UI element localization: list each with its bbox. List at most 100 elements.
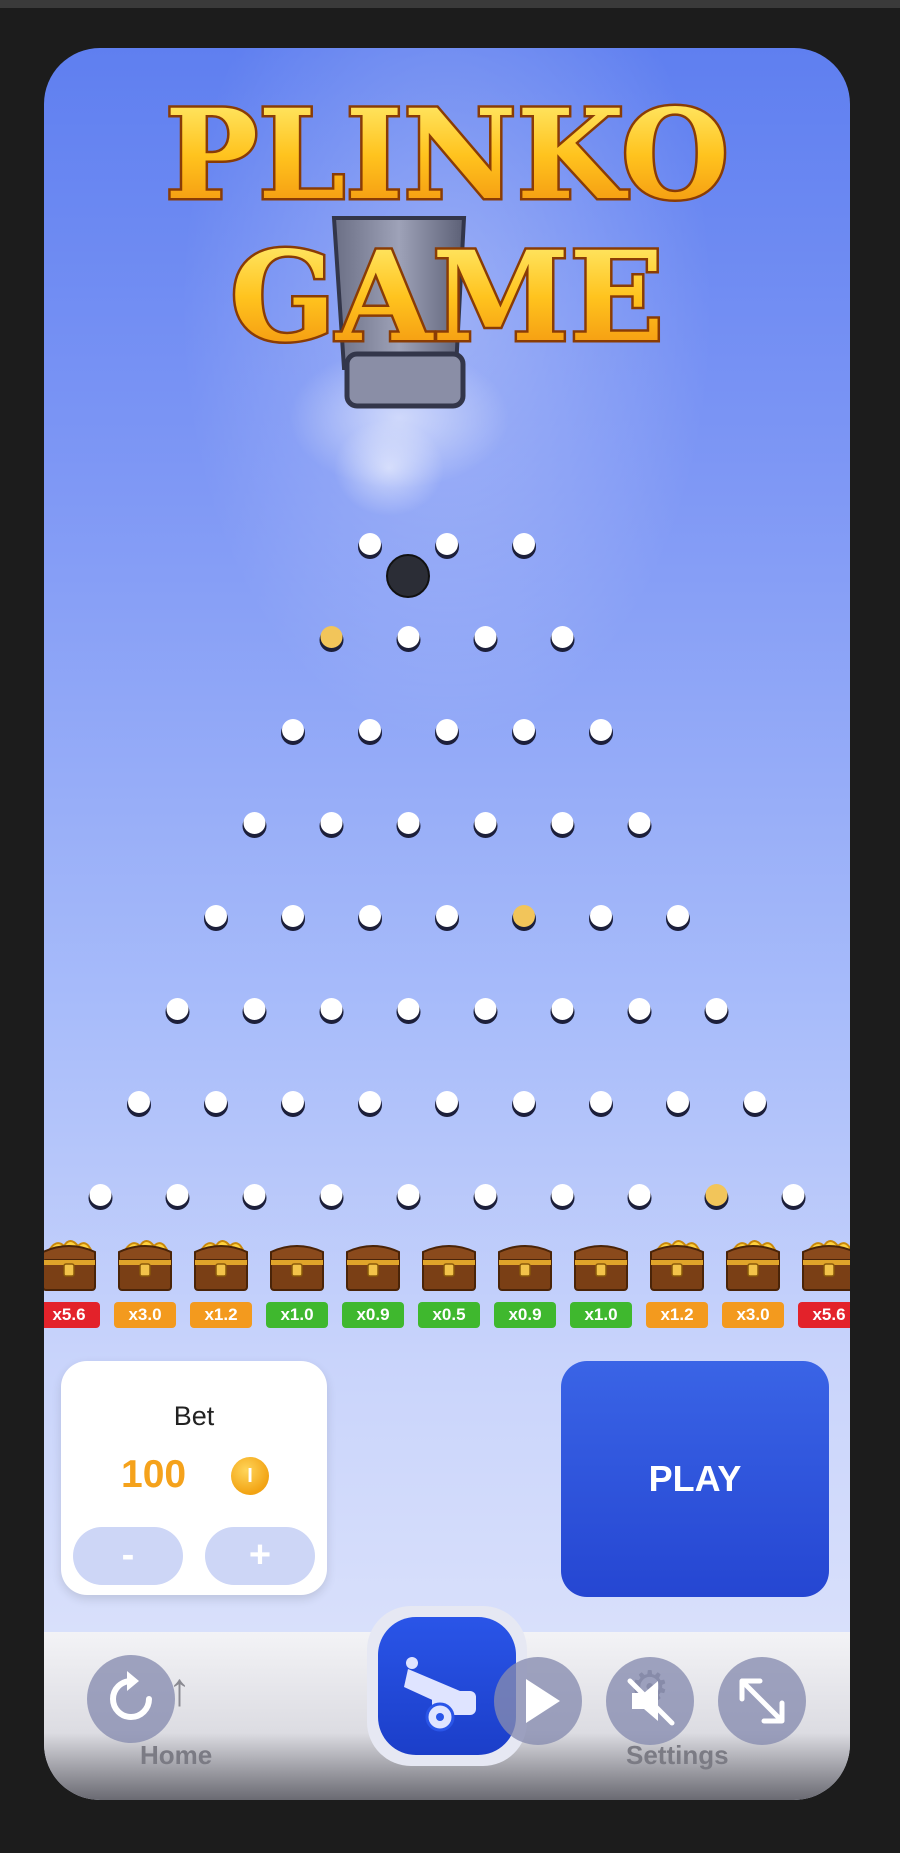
expand-icon <box>739 1678 785 1724</box>
restart-icon <box>110 1671 152 1720</box>
treasure-chest-icon <box>194 1240 248 1291</box>
peg <box>667 905 689 927</box>
peg <box>359 533 381 555</box>
peg <box>667 1091 689 1113</box>
peg <box>243 812 266 834</box>
multiplier-slot: x5.6 <box>798 1232 850 1368</box>
peg <box>628 812 651 834</box>
peg <box>320 626 343 648</box>
peg <box>705 1184 728 1206</box>
multiplier-label: x3.0 <box>722 1302 784 1328</box>
play-button[interactable]: PLAY <box>561 1361 829 1597</box>
peg <box>436 905 458 927</box>
bet-amount: 100 <box>121 1453 187 1496</box>
peg <box>551 626 574 648</box>
peg <box>436 533 458 555</box>
treasure-chest-icon <box>118 1240 172 1291</box>
peg <box>513 533 535 555</box>
multiplier-label: x1.0 <box>570 1302 632 1328</box>
peg <box>590 905 612 927</box>
peg <box>359 905 381 927</box>
speaker-muted-icon <box>627 1678 675 1726</box>
multiplier-label: x1.2 <box>646 1302 708 1328</box>
peg <box>551 1184 574 1206</box>
peg <box>320 1184 343 1206</box>
peg <box>282 905 304 927</box>
peg <box>359 1091 381 1113</box>
bet-panel: Bet 100 I - + <box>61 1361 327 1595</box>
multiplier-label: x0.9 <box>342 1302 404 1328</box>
multiplier-slot: x1.2 <box>646 1232 708 1368</box>
decrease-bet-button[interactable]: - <box>73 1527 183 1585</box>
peg <box>436 719 458 741</box>
peg <box>205 905 227 927</box>
peg <box>166 1184 189 1206</box>
multiplier-slot: x1.0 <box>570 1232 632 1368</box>
multiplier-label: x0.9 <box>494 1302 556 1328</box>
mute-button[interactable] <box>606 1657 694 1745</box>
play-icon <box>526 1679 560 1723</box>
multiplier-label: x0.5 <box>418 1302 480 1328</box>
peg <box>89 1184 112 1206</box>
peg <box>128 1091 150 1113</box>
peg <box>628 998 651 1020</box>
treasure-chest-icon <box>44 1240 96 1291</box>
peg-board <box>88 533 806 1210</box>
treasure-chest-icon <box>802 1240 850 1291</box>
peg <box>397 1184 420 1206</box>
peg <box>320 812 343 834</box>
peg <box>590 1091 612 1113</box>
peg <box>628 1184 651 1206</box>
treasure-chest-icon <box>726 1240 780 1291</box>
treasure-chest-icon <box>650 1240 704 1291</box>
multiplier-slot: x0.5 <box>418 1232 480 1368</box>
multiplier-label: x5.6 <box>798 1302 850 1328</box>
peg <box>513 905 535 927</box>
peg <box>282 719 304 741</box>
peg <box>397 626 420 648</box>
multiplier-slot: x0.9 <box>494 1232 556 1368</box>
multiplier-slot: x3.0 <box>114 1232 176 1368</box>
multiplier-slot: x1.0 <box>266 1232 328 1368</box>
peg <box>397 998 420 1020</box>
peg <box>359 719 381 741</box>
multiplier-slot: x0.9 <box>342 1232 404 1368</box>
treasure-chest-icon <box>346 1245 400 1291</box>
peg <box>474 812 497 834</box>
multiplier-slot: x5.6 <box>44 1232 100 1368</box>
coin-icon: I <box>231 1457 269 1495</box>
multiplier-label: x3.0 <box>114 1302 176 1328</box>
peg <box>513 1091 535 1113</box>
peg <box>782 1184 805 1206</box>
peg <box>590 719 612 741</box>
treasure-chest-icon <box>574 1245 628 1291</box>
peg <box>166 998 189 1020</box>
game-frame: PLINKO GAME x5.6 x3.0 x1.2 x1.0 x0.9 x0.5 x0.9… <box>44 48 850 1800</box>
autoplay-button[interactable] <box>494 1657 582 1745</box>
multiplier-label: x5.6 <box>44 1302 100 1328</box>
peg <box>474 1184 497 1206</box>
peg <box>744 1091 766 1113</box>
increase-bet-button[interactable]: + <box>205 1527 315 1585</box>
multiplier-label: x1.2 <box>190 1302 252 1328</box>
peg <box>243 998 266 1020</box>
peg <box>282 1091 304 1113</box>
plinko-ball <box>386 554 430 598</box>
restart-button[interactable] <box>87 1655 175 1743</box>
peg <box>705 998 728 1020</box>
peg <box>551 812 574 834</box>
bet-label: Bet <box>173 1401 215 1431</box>
treasure-chest-icon <box>270 1245 324 1291</box>
peg <box>551 998 574 1020</box>
nav-home-label[interactable]: Home <box>140 1740 212 1771</box>
treasure-chest-icon <box>422 1245 476 1291</box>
multiplier-slot: x1.2 <box>190 1232 252 1368</box>
peg <box>205 1091 227 1113</box>
peg <box>474 998 497 1020</box>
fullscreen-button[interactable] <box>718 1657 806 1745</box>
peg <box>436 1091 458 1113</box>
top-bar <box>0 0 900 8</box>
peg <box>513 719 535 741</box>
treasure-chest-icon <box>498 1245 552 1291</box>
multiplier-slots: x5.6 x3.0 x1.2 x1.0 x0.9 x0.5 x0.9 x1.0 x1.2 x3.0… <box>44 1232 850 1372</box>
